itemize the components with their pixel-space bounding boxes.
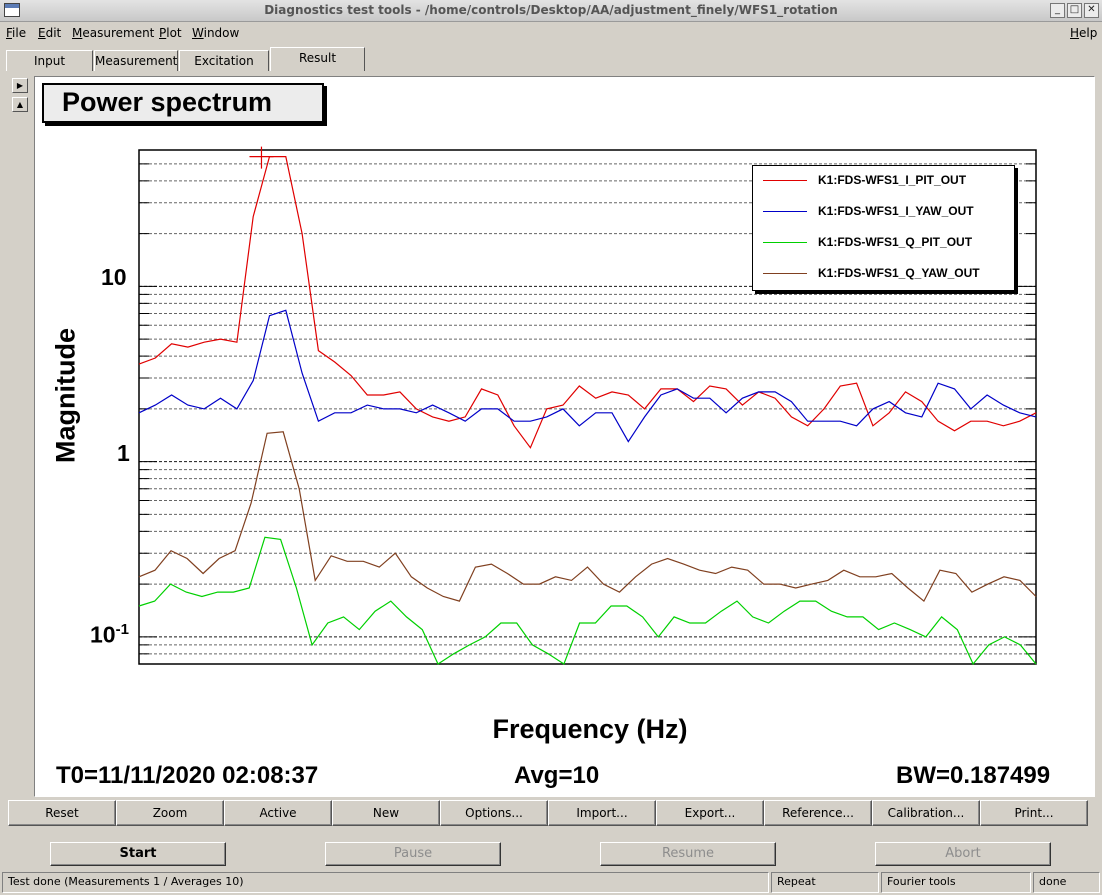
legend-entry: K1:FDS-WFS1_I_YAW_OUT [753, 197, 1016, 227]
bandwidth-value: BW=0.187499 [896, 762, 1051, 789]
pause-button[interactable]: Pause [325, 842, 501, 866]
abort-button[interactable]: Abort [875, 842, 1051, 866]
resume-button[interactable]: Resume [600, 842, 776, 866]
status-bar: Test done (Measurements 1 / Averages 10)… [0, 871, 1102, 895]
legend-swatch [763, 180, 807, 181]
t0-timestamp: T0=11/11/2020 02:08:37 [56, 762, 319, 789]
calibration-button[interactable]: Calibration... [872, 800, 980, 826]
start-button[interactable]: Start [50, 842, 226, 866]
y-tick-label: 1 [117, 440, 130, 466]
print-button[interactable]: Print... [980, 800, 1088, 826]
active-button[interactable]: Active [224, 800, 332, 826]
plot-toolbar: Reset Zoom Active New Options... Import.… [8, 800, 1090, 827]
legend-swatch [763, 242, 807, 243]
legend[interactable]: K1:FDS-WFS1_I_PIT_OUT K1:FDS-WFS1_I_YAW_… [752, 165, 1015, 291]
status-state: done [1033, 872, 1100, 893]
plot-title: Power spectrum [42, 83, 324, 123]
status-repeat: Repeat [771, 872, 879, 893]
new-button[interactable]: New [332, 800, 440, 826]
export-button[interactable]: Export... [656, 800, 764, 826]
y-axis-label-text: Magnitude [50, 328, 81, 463]
options-button[interactable]: Options... [440, 800, 548, 826]
status-message: Test done (Measurements 1 / Averages 10) [2, 872, 769, 893]
import-button[interactable]: Import... [548, 800, 656, 826]
legend-swatch [763, 211, 807, 212]
power-spectrum-plot[interactable] [0, 0, 1102, 895]
legend-entry: K1:FDS-WFS1_I_PIT_OUT [753, 166, 1016, 196]
legend-swatch [763, 273, 807, 274]
series-line-2 [138, 309, 1037, 443]
y-tick-exponent: -1 [115, 621, 129, 638]
y-tick-label: 10-1 [90, 621, 129, 648]
legend-label: K1:FDS-WFS1_I_PIT_OUT [818, 173, 967, 187]
x-axis-label: Frequency (Hz) [492, 714, 688, 744]
reset-button[interactable]: Reset [8, 800, 116, 826]
averages-count: Avg=10 [514, 762, 600, 789]
legend-label: K1:FDS-WFS1_Q_PIT_OUT [818, 235, 973, 249]
legend-entry: K1:FDS-WFS1_Q_PIT_OUT [753, 228, 1016, 258]
legend-label: K1:FDS-WFS1_Q_YAW_OUT [818, 266, 980, 280]
y-tick-label: 10 [101, 264, 127, 290]
reference-button[interactable]: Reference... [764, 800, 872, 826]
y-axis-label: Magnitude [46, 300, 86, 490]
zoom-button[interactable]: Zoom [116, 800, 224, 826]
legend-label: K1:FDS-WFS1_I_YAW_OUT [818, 204, 974, 218]
series-line-4 [138, 431, 1037, 603]
legend-entry: K1:FDS-WFS1_Q_YAW_OUT [753, 259, 1016, 289]
status-mode: Fourier tools [881, 872, 1031, 893]
